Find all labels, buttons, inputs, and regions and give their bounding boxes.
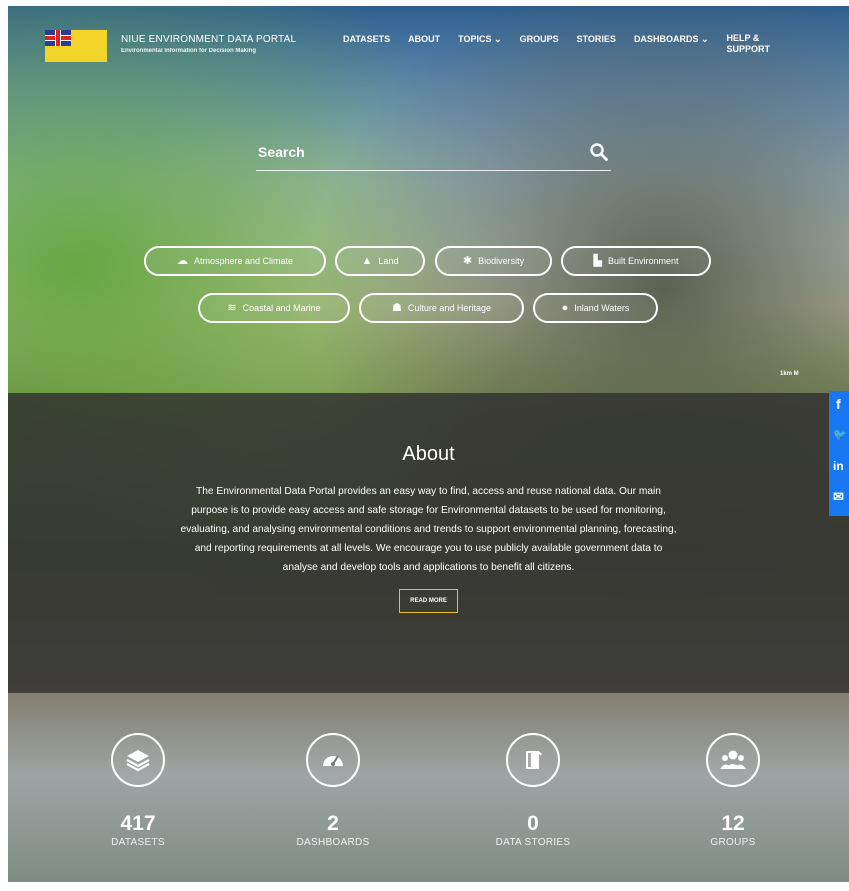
- topic-land[interactable]: ▲ Land: [335, 246, 425, 276]
- topic-label: Land: [378, 256, 399, 266]
- about-text: The Environmental Data Portal provides a…: [180, 486, 677, 573]
- union-jack-icon: [45, 30, 71, 46]
- topic-coastal-marine[interactable]: ≋ Coastal and Marine: [198, 293, 350, 323]
- group-icon: [720, 750, 746, 769]
- page: NIUE ENVIRONMENT DATA PORTAL Environment…: [8, 6, 849, 882]
- site-subtitle: Environmental Information for Decision M…: [121, 48, 257, 54]
- stat-icon-circle: [506, 733, 560, 787]
- stat-icon-circle: [111, 733, 165, 787]
- stat-value: 417: [120, 812, 156, 835]
- email-icon[interactable]: ✉: [833, 490, 844, 504]
- search-input[interactable]: [256, 138, 570, 166]
- topic-inland-waters[interactable]: ● Inland Waters: [533, 293, 658, 323]
- topic-built-environment[interactable]: ▙ Built Environment: [561, 246, 711, 276]
- read-more-button[interactable]: READ MORE: [399, 589, 458, 613]
- stat-value: 0: [527, 812, 539, 835]
- stat-value: 2: [327, 812, 339, 835]
- main-nav: DATASETS ABOUT TOPICS ⌄ GROUPS STORIES D…: [343, 33, 770, 55]
- topic-label: Built Environment: [607, 256, 679, 266]
- stat-icon-circle: [306, 733, 360, 787]
- site-title: NIUE ENVIRONMENT DATA PORTAL: [121, 34, 297, 45]
- stat-icon-circle: [706, 733, 760, 787]
- leaf-icon: ✱: [462, 254, 473, 267]
- topic-label: Atmosphere and Climate: [193, 256, 294, 266]
- brand[interactable]: NIUE ENVIRONMENT DATA PORTAL Environment…: [121, 34, 296, 54]
- stat-label: DASHBOARDS: [296, 837, 370, 848]
- cloud-icon: ☁: [176, 254, 188, 267]
- mountain-icon: ▲: [361, 254, 373, 267]
- linkedin-icon[interactable]: in: [833, 459, 844, 473]
- nav-datasets[interactable]: DATASETS: [343, 34, 390, 55]
- building-icon: ▙: [593, 254, 602, 267]
- nav-topics[interactable]: TOPICS ⌄: [458, 34, 501, 55]
- stat-label: DATA STORIES: [495, 837, 571, 848]
- topic-label: Biodiversity: [478, 256, 525, 266]
- topic-label: Inland Waters: [574, 303, 630, 313]
- nav-stories[interactable]: STORIES: [577, 34, 616, 55]
- topic-atmosphere-climate[interactable]: ☁ Atmosphere and Climate: [144, 246, 326, 276]
- nav-help-line1: HELP &: [726, 33, 760, 43]
- nav-about[interactable]: ABOUT: [408, 34, 440, 55]
- social-share-bar: f 🐦 in ✉: [829, 391, 849, 516]
- gauge-icon: [323, 755, 343, 766]
- nav-help-line2: SUPPORT: [726, 44, 770, 54]
- droplet-icon: ●: [561, 301, 569, 314]
- stat-groups[interactable]: 12 GROUPS: [673, 733, 793, 848]
- layers-icon: [126, 750, 150, 772]
- topic-biodiversity[interactable]: ✱ Biodiversity: [435, 246, 552, 276]
- stat-label: DATASETS: [111, 837, 165, 848]
- scale-label: 1km M: [780, 371, 799, 377]
- search-bar: [256, 136, 611, 171]
- nav-dashboards[interactable]: DASHBOARDS ⌄: [634, 34, 709, 55]
- nav-help-support[interactable]: HELP & SUPPORT: [726, 33, 770, 55]
- about-heading: About: [402, 443, 455, 465]
- stat-data-stories[interactable]: 0 DATA STORIES: [473, 733, 593, 848]
- stat-dashboards[interactable]: 2 DASHBOARDS: [273, 733, 393, 848]
- stat-value: 12: [721, 812, 745, 835]
- search-icon[interactable]: [589, 142, 609, 162]
- about-section: About The Environmental Data Portal prov…: [8, 393, 849, 693]
- niue-flag-logo[interactable]: [45, 30, 107, 62]
- stat-datasets[interactable]: 417 DATASETS: [78, 733, 198, 848]
- people-icon: ☗: [392, 301, 402, 314]
- twitter-icon[interactable]: 🐦: [833, 428, 847, 442]
- nav-groups[interactable]: GROUPS: [520, 34, 559, 55]
- topic-culture-heritage[interactable]: ☗ Culture and Heritage: [359, 293, 524, 323]
- wave-icon: ≋: [227, 301, 237, 314]
- book-icon: [526, 751, 542, 769]
- stat-label: GROUPS: [710, 837, 756, 848]
- topic-label: Culture and Heritage: [407, 303, 491, 313]
- facebook-icon[interactable]: f: [836, 397, 841, 411]
- topic-label: Coastal and Marine: [242, 303, 321, 313]
